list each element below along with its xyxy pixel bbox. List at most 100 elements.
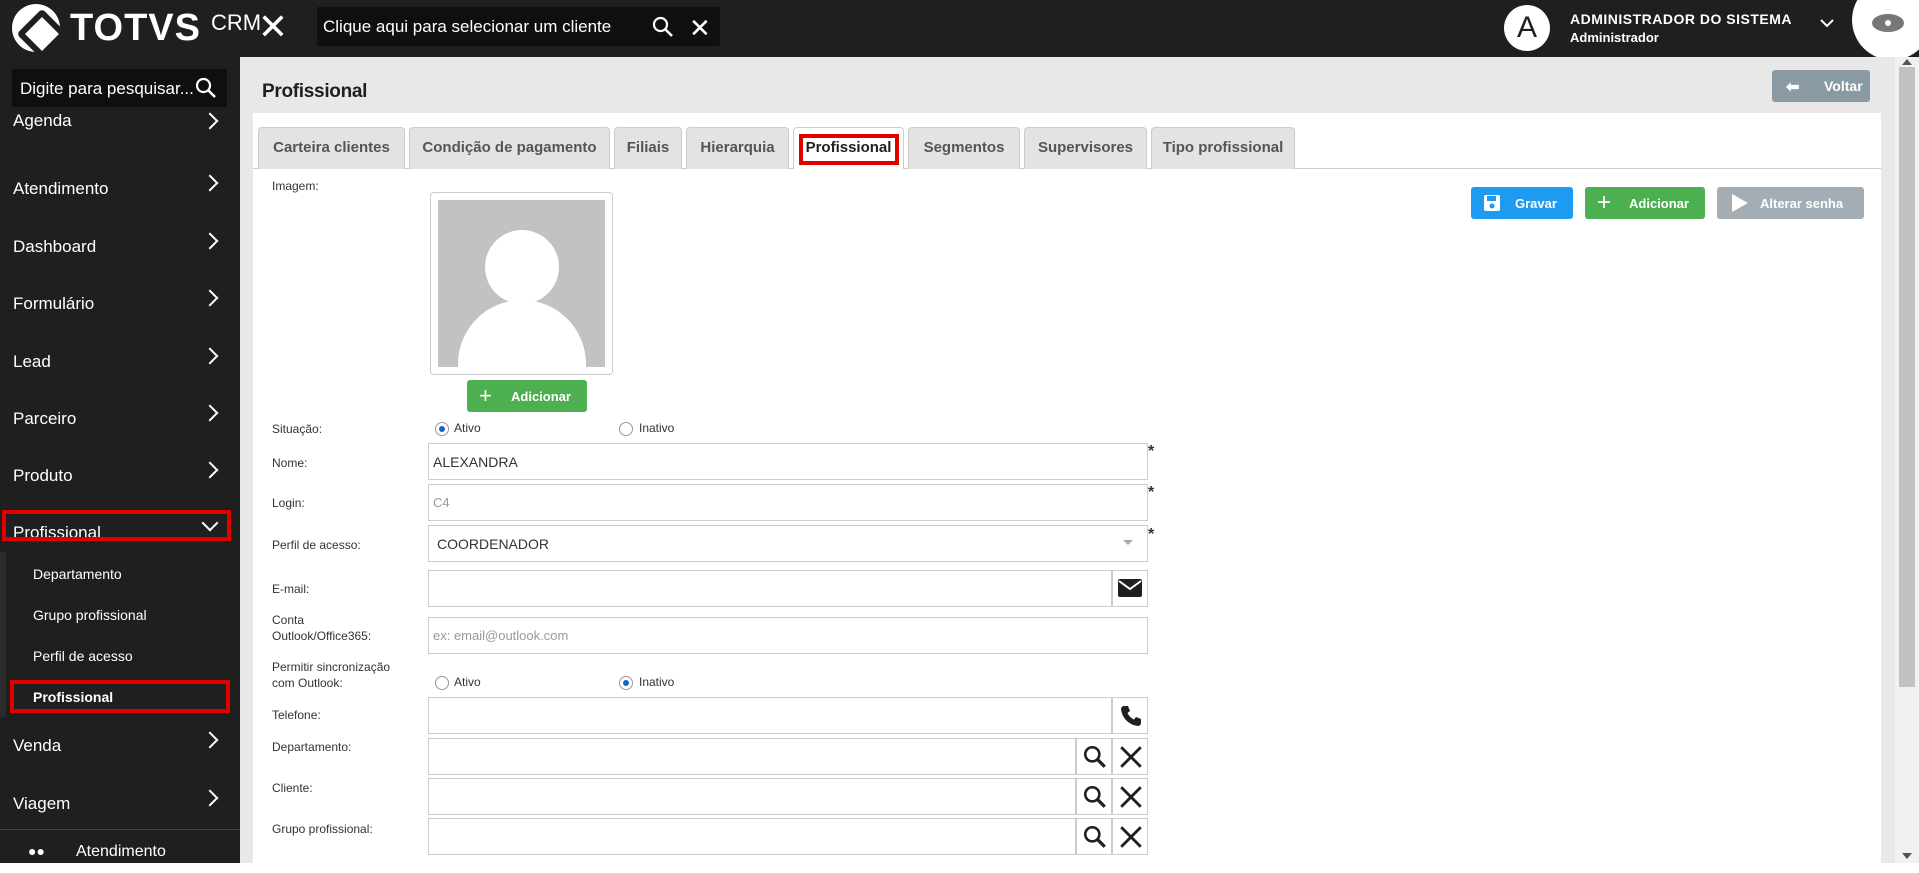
status-active-label: Ativo <box>454 421 481 435</box>
chevron-right-icon <box>201 347 219 365</box>
app-logo[interactable]: TOTVS CRM <box>12 4 261 52</box>
chevron-right-icon <box>201 404 219 422</box>
status-inactive-radio[interactable] <box>619 422 633 436</box>
highlight-box <box>799 134 899 165</box>
client-search-field[interactable]: Clique aqui para selecionar um cliente ✕ <box>317 7 720 46</box>
sidebar-item-agenda[interactable]: Agenda <box>0 107 240 157</box>
user-name[interactable]: ADMINISTRADOR DO SISTEMA <box>1570 11 1792 27</box>
professional-group-input[interactable] <box>428 818 1076 855</box>
page-title: Profissional <box>262 81 368 102</box>
logo-suffix: CRM <box>211 10 262 35</box>
totvs-logo-icon <box>12 4 60 52</box>
tab-supervisores[interactable]: Supervisores <box>1024 127 1147 169</box>
scrollbar-thumb[interactable] <box>1899 67 1915 687</box>
tab-segmentos[interactable]: Segmentos <box>908 127 1020 169</box>
avatar[interactable]: A <box>1504 5 1550 51</box>
status-label: Situação: <box>272 422 323 436</box>
view-toggle-button[interactable] <box>1852 0 1919 60</box>
sidebar-item-atendimento[interactable]: Atendimento <box>0 163 240 213</box>
eye-icon <box>1872 14 1904 32</box>
tab-filiais[interactable]: Filiais <box>614 127 682 169</box>
professional-group-search-button[interactable] <box>1076 818 1112 855</box>
search-icon[interactable] <box>651 15 675 39</box>
client-input[interactable] <box>428 778 1076 815</box>
sync-active-radio[interactable] <box>435 676 449 690</box>
sidebar-item-viagem[interactable]: Viagem <box>0 778 240 828</box>
sidebar-search-input[interactable]: Digite para pesquisar... <box>12 69 227 107</box>
close-icon[interactable]: ✕ <box>256 9 290 45</box>
chevron-right-icon <box>201 789 219 807</box>
clear-icon[interactable]: ✕ <box>689 13 711 44</box>
access-profile-label: Perfil de acesso: <box>272 538 361 552</box>
play-icon <box>1732 194 1748 212</box>
sync-inactive-radio[interactable] <box>619 676 633 690</box>
sidebar-item-label: Agenda <box>13 111 72 130</box>
status-active-radio[interactable] <box>435 422 449 436</box>
client-search-placeholder: Clique aqui para selecionar um cliente <box>323 17 612 36</box>
scrollbar[interactable] <box>1895 57 1919 863</box>
chevron-down-icon[interactable] <box>1818 14 1836 32</box>
sidebar-item-venda[interactable]: Venda <box>0 720 240 770</box>
department-search-button[interactable] <box>1076 738 1112 775</box>
tab-condicao-de-pagamento[interactable]: Condição de pagamento <box>409 127 610 169</box>
sidebar-item-lead[interactable]: Lead <box>0 336 240 386</box>
save-button-label: Gravar <box>1515 196 1557 211</box>
chevron-right-icon <box>201 731 219 749</box>
add-photo-button-label: Adicionar <box>511 389 571 404</box>
client-search-button[interactable] <box>1076 778 1112 815</box>
department-input[interactable] <box>428 738 1076 775</box>
outlook-account-input[interactable]: ex: email@outlook.com <box>428 617 1148 654</box>
email-input[interactable] <box>428 570 1112 607</box>
professional-group-clear-button[interactable] <box>1112 818 1148 855</box>
add-button-label: Adicionar <box>1629 196 1689 211</box>
submenu-item-perfil-de-acesso[interactable]: Perfil de acesso <box>33 648 133 664</box>
sidebar-item-formulario[interactable]: Formulário <box>0 278 240 328</box>
status-inactive-label: Inativo <box>639 421 675 435</box>
avatar-placeholder-icon <box>438 200 605 367</box>
name-input[interactable]: ALEXANDRA <box>428 443 1148 480</box>
email-button[interactable] <box>1112 570 1148 607</box>
client-clear-button[interactable] <box>1112 778 1148 815</box>
sidebar-search-placeholder: Digite para pesquisar... <box>20 79 194 98</box>
sync-label-line1: Permitir sincronização <box>272 660 391 674</box>
bottom-nav-label: Atendimento <box>76 843 166 860</box>
close-icon <box>1120 786 1142 808</box>
submenu-item-grupo-profissional[interactable]: Grupo profissional <box>33 607 147 623</box>
sidebar-item-produto[interactable]: Produto <box>0 450 240 500</box>
sidebar-item-label: Atendimento <box>13 179 109 198</box>
tab-tipo-profissional[interactable]: Tipo profissional <box>1151 127 1295 169</box>
envelope-icon <box>1118 579 1142 597</box>
divider <box>0 829 240 830</box>
phone-input[interactable] <box>428 697 1112 734</box>
close-icon <box>1120 746 1142 768</box>
scroll-down-icon[interactable] <box>1902 853 1912 859</box>
phone-button[interactable] <box>1112 697 1148 734</box>
submenu-item-departamento[interactable]: Departamento <box>33 566 122 582</box>
sidebar-item-dashboard[interactable]: Dashboard <box>0 221 240 271</box>
scroll-up-icon[interactable] <box>1902 59 1912 65</box>
sync-active-label: Ativo <box>454 675 481 689</box>
chevron-right-icon <box>201 112 219 130</box>
sidebar-item-label: Dashboard <box>13 237 97 256</box>
plus-icon: + <box>479 383 492 408</box>
save-button[interactable]: Gravar <box>1471 187 1573 219</box>
client-label: Cliente: <box>272 781 313 795</box>
outlook-account-label-line2: Outlook/Office365: <box>272 629 372 643</box>
access-profile-select[interactable]: COORDENADOR <box>428 525 1148 562</box>
highlight-box <box>2 510 231 541</box>
bottom-nav-atendimento[interactable]: ●● Atendimento <box>0 837 240 863</box>
department-clear-button[interactable] <box>1112 738 1148 775</box>
phone-label: Telefone: <box>272 708 321 722</box>
search-icon[interactable] <box>194 76 218 100</box>
tab-hierarquia[interactable]: Hierarquia <box>686 127 789 169</box>
department-label: Departamento: <box>272 740 352 754</box>
back-button[interactable]: ⬅ Voltar <box>1772 70 1870 102</box>
login-input[interactable]: C4 <box>428 484 1148 521</box>
sidebar-item-parceiro[interactable]: Parceiro <box>0 393 240 443</box>
change-password-button[interactable]: Alterar senha <box>1717 187 1864 219</box>
add-photo-button[interactable]: + Adicionar <box>467 380 587 412</box>
add-button[interactable]: + Adicionar <box>1585 187 1705 219</box>
tab-carteira-clientes[interactable]: Carteira clientes <box>258 127 405 169</box>
required-mark: * <box>1148 484 1155 501</box>
sidebar-item-label: Produto <box>13 466 73 485</box>
